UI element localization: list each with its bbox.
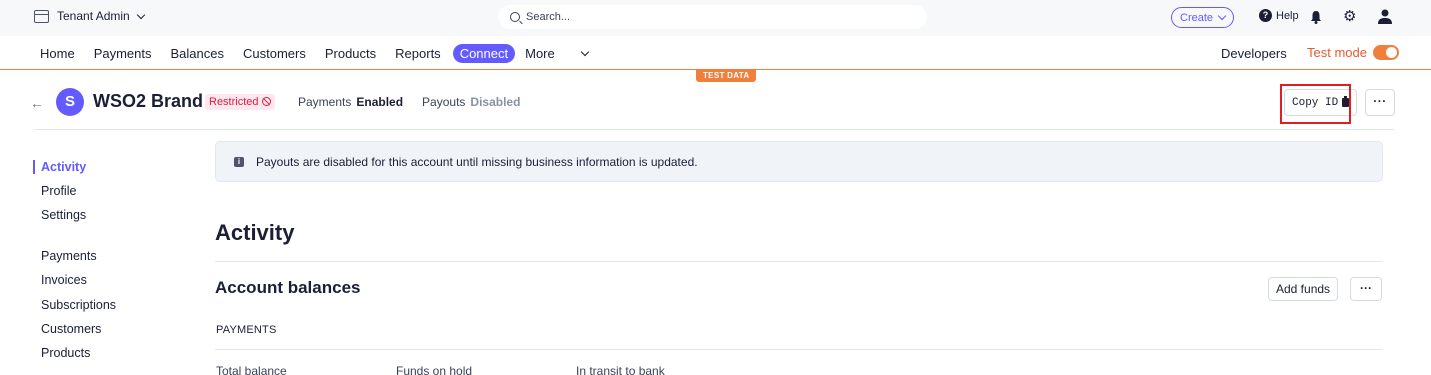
search-placeholder: Search... — [526, 11, 571, 23]
search-icon — [510, 12, 520, 22]
banner-text: Payouts are disabled for this account un… — [256, 154, 698, 169]
help-button[interactable]: ? Help — [1259, 9, 1299, 22]
nav-reports[interactable]: Reports — [395, 46, 441, 61]
nav-home[interactable]: Home — [40, 46, 75, 61]
nav-connect[interactable]: Connect — [452, 44, 516, 63]
sidebar-item-activity[interactable]: Activity — [33, 160, 86, 174]
section-divider — [215, 261, 1383, 262]
column-header: Total balance — [216, 364, 287, 375]
chevron-down-icon — [136, 10, 145, 19]
bell-icon[interactable] — [1310, 10, 1322, 24]
nav-payments[interactable]: Payments — [94, 46, 152, 61]
help-icon: ? — [1259, 9, 1272, 22]
subsection-divider — [215, 349, 1383, 350]
nav-more[interactable]: More — [525, 46, 607, 61]
user-icon[interactable] — [1378, 9, 1392, 24]
payouts-disabled-banner: i Payouts are disabled for this account … — [215, 141, 1383, 182]
tenant-switcher[interactable]: Tenant Admin — [34, 9, 145, 23]
sidebar-item-subscriptions[interactable]: Subscriptions — [33, 298, 116, 312]
payments-status: Enabled — [356, 95, 404, 109]
payments-subheading: PAYMENTS — [216, 324, 277, 336]
nav-products[interactable]: Products — [325, 46, 376, 61]
create-button[interactable]: Create — [1171, 7, 1235, 28]
payouts-label: Payouts — [422, 95, 466, 109]
chevron-down-icon — [1217, 11, 1227, 21]
payments-label: Payments — [298, 95, 352, 109]
sidebar-item-payments[interactable]: Payments — [33, 249, 97, 263]
section-title: Account balances — [215, 278, 361, 297]
sidebar-item-products[interactable]: Products — [33, 346, 90, 360]
restricted-badge: Restricted — [205, 94, 275, 110]
help-label: Help — [1276, 9, 1299, 22]
nav-more-label: More — [525, 46, 555, 61]
account-status: Payments Enabled Payouts Disabled — [298, 95, 520, 109]
add-funds-button[interactable]: Add funds — [1268, 277, 1339, 301]
top-bar: Tenant Admin Search... Create ? Help ⚙ — [0, 0, 1431, 36]
payouts-status: Disabled — [470, 95, 521, 109]
header-divider — [34, 129, 1394, 130]
nav-balances[interactable]: Balances — [171, 46, 224, 61]
search-input[interactable]: Search... — [498, 5, 927, 29]
tenant-label: Tenant Admin — [57, 9, 130, 23]
gear-icon[interactable]: ⚙ — [1343, 9, 1356, 24]
test-mode-label: Test mode — [1307, 45, 1367, 60]
ban-icon — [261, 97, 271, 106]
restricted-label: Restricted — [209, 96, 259, 108]
balances-more-button[interactable]: ··· — [1350, 277, 1382, 301]
sidebar-item-profile[interactable]: Profile — [33, 184, 76, 198]
highlight-box — [1280, 84, 1351, 124]
window-icon — [34, 9, 49, 23]
main-nav: Home Payments Balances Customers Product… — [0, 36, 1431, 70]
account-name: WSO2 Brand — [93, 91, 204, 111]
back-arrow-icon[interactable]: ← — [30, 95, 44, 111]
toggle-switch[interactable] — [1372, 45, 1399, 60]
developers-link[interactable]: Developers — [1221, 46, 1287, 61]
sidebar-item-settings[interactable]: Settings — [33, 208, 86, 222]
account-more-button[interactable]: ··· — [1365, 89, 1395, 116]
create-label: Create — [1180, 11, 1214, 24]
account-logo: S — [56, 88, 84, 116]
column-header: In transit to bank — [576, 364, 665, 375]
test-data-badge: TEST DATA — [696, 70, 757, 82]
test-mode-toggle[interactable]: Test mode — [1307, 45, 1399, 60]
chevron-down-icon — [580, 47, 589, 57]
sidebar-item-customers[interactable]: Customers — [33, 322, 101, 336]
page-title: Activity — [215, 220, 295, 245]
sidebar-item-invoices[interactable]: Invoices — [33, 273, 87, 287]
info-icon: i — [234, 156, 244, 167]
nav-customers[interactable]: Customers — [243, 46, 306, 61]
column-header: Funds on hold — [396, 364, 473, 375]
